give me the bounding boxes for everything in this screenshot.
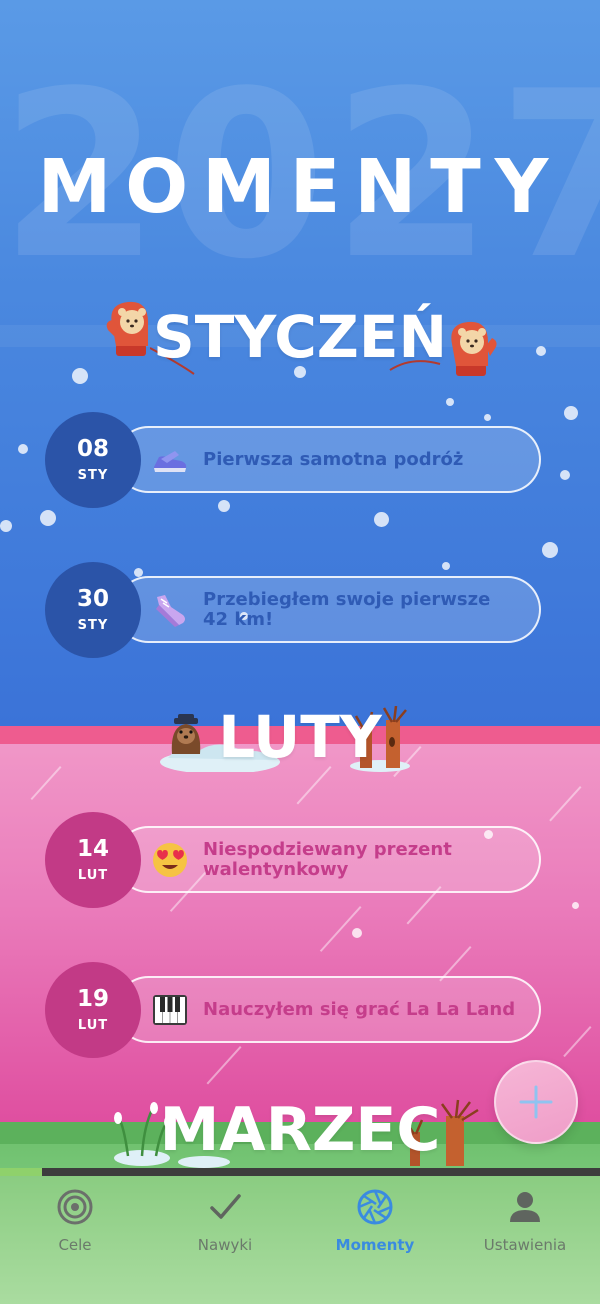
nav-label: Cele [58, 1236, 92, 1254]
moment-text: Przebiegłem swoje pierwsze 42 km! [203, 588, 491, 630]
nav-item-momenty[interactable]: Momenty [300, 1176, 450, 1304]
date-day: 30 [76, 586, 109, 612]
date-month: STY [77, 468, 109, 483]
moment-row[interactable]: 19 LUT Nauczyłem się grać La La Land [45, 962, 545, 1058]
snowflake [352, 928, 362, 938]
date-badge: 19 LUT [45, 962, 141, 1058]
target-icon [57, 1189, 93, 1225]
date-badge: 30 STY [45, 562, 141, 658]
snowflake [18, 444, 28, 454]
aperture-icon [357, 1189, 393, 1225]
snowflake [564, 406, 578, 420]
moment-card[interactable]: Nauczyłem się grać La La Land [115, 976, 541, 1043]
moment-card[interactable]: Niespodziewany prezent walentynkowy [115, 826, 541, 893]
moment-row[interactable]: 14 LUT Niespodziewany prezent walentynko… [45, 812, 545, 908]
date-month: LUT [77, 1018, 109, 1033]
page-title: MOMENTY [37, 144, 563, 230]
heart-eyes-emoji-icon [153, 842, 187, 877]
date-badge: 08 STY [45, 412, 141, 508]
moment-card[interactable]: Pierwsza samotna podróż [115, 426, 541, 493]
year-progress-bar [0, 1168, 600, 1176]
moment-text: Nauczyłem się grać La La Land [203, 998, 516, 1020]
nav-item-nawyki[interactable]: Nawyki [150, 1176, 300, 1304]
snowflake [560, 470, 570, 480]
moment-row[interactable]: 30 STY Przebiegłem swoje pierwsze 42 km! [45, 562, 545, 658]
nav-label: Nawyki [197, 1236, 253, 1254]
snowflake [542, 542, 558, 558]
date-day: 08 [76, 436, 109, 462]
rain-streak [296, 766, 332, 805]
date-day: 14 [76, 836, 109, 862]
date-badge: 14 LUT [45, 812, 141, 908]
february-section [0, 726, 600, 1122]
moment-card[interactable]: Przebiegłem swoje pierwsze 42 km! [115, 576, 541, 643]
piano-keys-icon [153, 994, 187, 1025]
nav-label: Ustawienia [483, 1236, 567, 1254]
month-title-january: STYCZEŃ [152, 303, 448, 371]
date-month: LUT [77, 868, 109, 883]
bottom-nav: Cele Nawyki Momenty Ustawienia [0, 1176, 600, 1304]
date-month: STY [77, 618, 109, 633]
moment-row[interactable]: 08 STY Pierwsza samotna podróż [45, 412, 545, 508]
plus-icon [519, 1085, 553, 1119]
month-title-february: LUTY [218, 703, 382, 771]
add-moment-button[interactable] [494, 1060, 578, 1144]
year-progress-fill [0, 1168, 42, 1176]
snowflake [40, 510, 56, 526]
rain-streak [30, 766, 62, 800]
checkmark-icon [210, 1194, 241, 1219]
snowflake [446, 398, 454, 406]
snowflake [0, 520, 12, 532]
moment-text: Niespodziewany prezent walentynkowy [203, 838, 452, 880]
user-icon [510, 1192, 540, 1222]
nav-item-ustawienia[interactable]: Ustawienia [450, 1176, 600, 1304]
snowflake [572, 902, 579, 909]
snowflake [72, 368, 88, 384]
running-shoe-icon [156, 594, 185, 627]
moment-text: Pierwsza samotna podróż [203, 448, 464, 470]
snowflake [374, 512, 389, 527]
nav-label: Momenty [335, 1236, 415, 1254]
nav-item-cele[interactable]: Cele [0, 1176, 150, 1304]
sneaker-icon [154, 450, 187, 472]
rain-streak [549, 786, 582, 822]
date-day: 19 [76, 986, 109, 1012]
rain-streak [563, 1026, 592, 1057]
